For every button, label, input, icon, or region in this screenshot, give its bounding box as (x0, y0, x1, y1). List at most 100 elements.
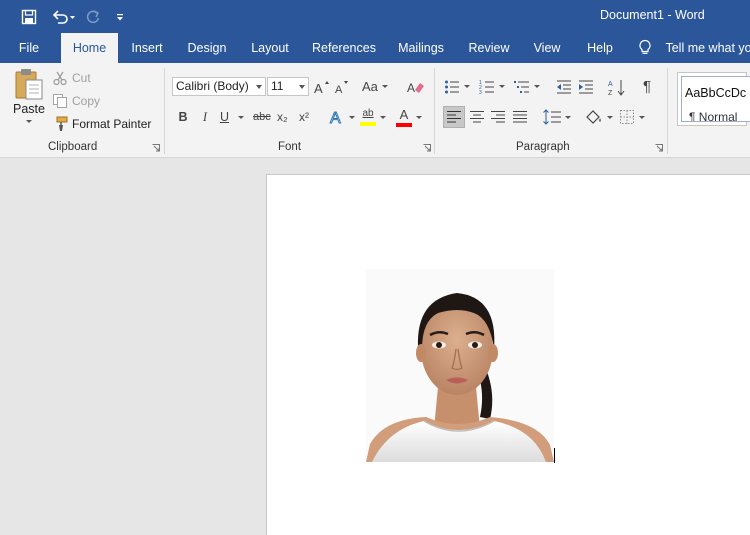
chevron-down-icon (349, 115, 355, 119)
lightbulb-icon (639, 39, 651, 54)
tab-home[interactable]: Home (61, 33, 118, 63)
bullets-icon (445, 80, 459, 93)
borders-button[interactable] (619, 106, 645, 128)
group-separator (434, 68, 435, 154)
font-launcher-icon[interactable] (423, 144, 431, 152)
grow-font-button[interactable]: A (314, 77, 330, 96)
tell-me-box[interactable]: Tell me what yo (638, 33, 750, 63)
svg-text:A: A (407, 81, 415, 95)
undo-button[interactable] (48, 0, 78, 33)
redo-button[interactable] (82, 0, 104, 33)
line-spacing-button[interactable] (543, 106, 571, 128)
chevron-down-icon (565, 115, 571, 119)
format-painter-button[interactable]: Format Painter (52, 115, 151, 133)
group-separator (164, 68, 165, 154)
tab-file[interactable]: File (10, 33, 48, 63)
align-left-icon (447, 111, 461, 123)
style-normal[interactable]: AaBbCcDc ¶ Normal (681, 76, 750, 122)
styles-gallery: AaBbCcDc ¶ Normal (677, 72, 750, 126)
clipboard-group-label: Clipboard (48, 141, 98, 153)
chevron-down-icon (607, 115, 613, 119)
font-color-button[interactable]: A (396, 105, 422, 129)
strikethrough-label: abc (253, 111, 271, 123)
superscript-button[interactable]: x² (299, 107, 309, 127)
font-name-combo[interactable]: Calibri (Body) (172, 77, 266, 96)
bold-label: B (178, 110, 188, 124)
sort-button[interactable]: A Z (608, 76, 626, 97)
format-painter-label: Format Painter (72, 117, 152, 131)
paste-button[interactable]: Paste (10, 67, 48, 133)
copy-button[interactable]: Copy (52, 92, 100, 110)
redo-icon (86, 9, 100, 23)
ribbon-home: Paste Cut Copy Format Painter Clipboard … (0, 63, 750, 158)
numbering-icon: 1 2 3 (479, 80, 494, 95)
align-center-icon (470, 111, 484, 123)
copy-icon (53, 94, 67, 108)
italic-button[interactable]: I (198, 107, 212, 127)
paragraph-launcher-icon[interactable] (655, 144, 663, 152)
highlight-button[interactable]: ab (360, 105, 386, 129)
grow-font-icon: A (314, 80, 329, 95)
scissors-icon (53, 71, 67, 86)
pilcrow-label: ¶ (642, 78, 652, 95)
chevron-down-icon (380, 115, 386, 119)
text-effects-button[interactable]: A (329, 107, 355, 127)
tell-me-label: Tell me what yo (665, 41, 750, 55)
align-right-button[interactable] (488, 106, 508, 128)
sort-icon: A Z (608, 79, 625, 96)
align-left-button[interactable] (443, 106, 465, 128)
subscript-button[interactable]: x₂ (277, 107, 288, 127)
show-hide-marks-button[interactable]: ¶ (639, 77, 655, 96)
eraser-icon: A (407, 81, 424, 95)
clipboard-launcher-icon[interactable] (152, 144, 160, 152)
justify-icon (513, 111, 527, 123)
svg-text:3: 3 (479, 90, 482, 95)
numbering-button[interactable]: 1 2 3 (479, 77, 505, 96)
save-button[interactable] (18, 0, 40, 33)
line-spacing-icon (543, 109, 561, 125)
title-bar: Document1 - Word (0, 0, 750, 33)
strikethrough-button[interactable]: abc (253, 107, 271, 127)
underline-label: U (220, 110, 230, 124)
format-painter-icon (56, 116, 68, 131)
tab-help[interactable]: Help (580, 33, 620, 63)
clear-formatting-button[interactable]: A (406, 77, 426, 96)
font-size-combo[interactable]: 11 (267, 77, 309, 96)
tab-review[interactable]: Review (464, 33, 514, 63)
decrease-indent-button[interactable] (555, 77, 573, 96)
font-name-value: Calibri (Body) (176, 79, 249, 93)
align-right-icon (491, 111, 505, 123)
cut-button[interactable]: Cut (52, 69, 91, 87)
style-preview-text: AaBbCcDc (685, 86, 747, 100)
cut-label: Cut (72, 71, 91, 85)
bullets-button[interactable] (444, 77, 470, 96)
multilevel-list-icon (514, 80, 529, 93)
increase-indent-button[interactable] (577, 77, 595, 96)
increase-indent-icon (579, 80, 593, 93)
tab-mailings[interactable]: Mailings (392, 33, 450, 63)
shrink-font-button[interactable]: A (334, 77, 350, 96)
ribbon-tab-bar: File Home Insert Design Layout Reference… (0, 33, 750, 63)
customize-qat-button[interactable] (113, 0, 127, 33)
tab-layout[interactable]: Layout (245, 33, 295, 63)
change-case-button[interactable]: Aa (362, 77, 388, 96)
tab-references[interactable]: References (308, 33, 380, 63)
tab-insert[interactable]: Insert (126, 33, 168, 63)
inserted-portrait-image[interactable] (366, 269, 554, 462)
svg-text:Z: Z (608, 90, 613, 96)
font-group-label: Font (278, 141, 302, 153)
subscript-label: x₂ (277, 110, 288, 124)
bold-button[interactable]: B (176, 107, 190, 127)
svg-text:A: A (608, 81, 613, 88)
justify-button[interactable] (510, 106, 530, 128)
shading-button[interactable] (585, 106, 613, 128)
customize-qat-icon (117, 13, 123, 20)
tab-view[interactable]: View (527, 33, 567, 63)
copy-label: Copy (72, 94, 101, 108)
font-color-swatch (396, 122, 412, 127)
multilevel-list-button[interactable] (514, 77, 540, 96)
tab-design[interactable]: Design (182, 33, 232, 63)
align-center-button[interactable] (467, 106, 487, 128)
undo-icon (52, 9, 75, 24)
underline-button[interactable]: U (220, 107, 245, 127)
